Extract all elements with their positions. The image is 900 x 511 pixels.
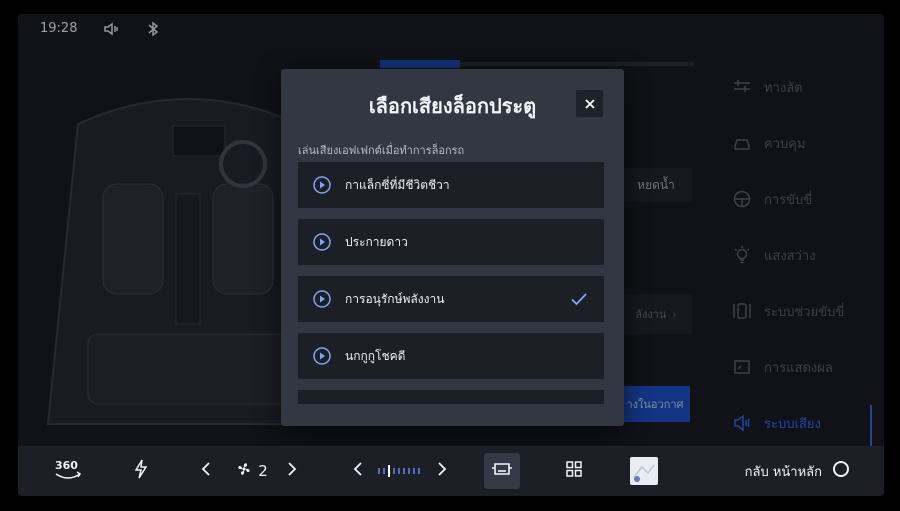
chevron-right-icon xyxy=(287,461,297,481)
sound-option-starlight[interactable]: ประกายดาว xyxy=(298,219,604,265)
chevron-left-icon xyxy=(201,461,211,481)
sound-option-lucky-cuckoo[interactable]: นกกูกูโชคดี xyxy=(298,333,604,379)
360-view-button[interactable]: 360 xyxy=(46,446,90,496)
sound-option-energy-saving[interactable]: การอนุรักษ์พลังงาน xyxy=(298,276,604,322)
option-label: นกกูกูโชคดี xyxy=(345,348,406,363)
fan-increase-button[interactable] xyxy=(280,446,304,496)
checkmark-icon xyxy=(570,290,588,308)
sound-option-partial[interactable] xyxy=(298,390,604,404)
home-label: กลับ หน้าหลัก xyxy=(744,464,822,480)
bottom-bar: 360 2 กลับ หน้าหลัก xyxy=(18,446,884,496)
apps-button[interactable] xyxy=(558,446,590,496)
play-icon[interactable] xyxy=(313,233,331,251)
close-icon xyxy=(584,94,595,113)
play-icon[interactable] xyxy=(313,347,331,365)
option-label: ประกายดาว xyxy=(345,234,408,249)
home-circle-icon xyxy=(832,460,850,482)
360-view-icon: 360 xyxy=(53,459,83,483)
dialog-title: เลือกเสียงล็อกประตู xyxy=(368,94,537,118)
play-icon[interactable] xyxy=(313,176,331,194)
chevron-right-icon xyxy=(437,461,447,481)
fan-speed-value: 2 xyxy=(258,462,268,480)
chevron-left-icon xyxy=(353,461,363,481)
play-icon[interactable] xyxy=(313,290,331,308)
sound-option-galaxy[interactable]: กาแล็กซี่ที่มีชีวิตชีวา xyxy=(298,162,604,208)
fan-decrease-button[interactable] xyxy=(194,446,218,496)
option-label: กาแล็กซี่ที่มีชีวิตชีวา xyxy=(345,177,450,192)
car-settings-icon xyxy=(491,461,513,481)
screen: 19:28 หยดน้ำ ลังงาน › างในอวกาศ ทางลัด ค… xyxy=(18,14,884,496)
fan-speed-display: 2 xyxy=(232,446,272,496)
defrost-icon xyxy=(133,459,149,483)
door-lock-sound-dialog: เลือกเสียงล็อกประตู เล่นเสียงเอฟเฟกต์เมื… xyxy=(281,69,624,426)
temperature-decrease-button[interactable] xyxy=(346,446,370,496)
car-settings-button[interactable] xyxy=(484,453,520,489)
fan-icon xyxy=(236,461,252,481)
apps-grid-icon xyxy=(566,461,582,481)
map-thumbnail xyxy=(630,457,658,485)
defrost-button[interactable] xyxy=(126,446,156,496)
close-button[interactable] xyxy=(576,90,603,117)
dialog-subtitle: เล่นเสียงเอฟเฟกต์เมื่อทำการล็อกรถ xyxy=(298,144,465,157)
home-button[interactable]: กลับ หน้าหลัก xyxy=(738,446,850,496)
temperature-increase-button[interactable] xyxy=(430,446,454,496)
temperature-slider[interactable] xyxy=(376,446,424,496)
option-label: การอนุรักษ์พลังงาน xyxy=(345,291,445,306)
map-shortcut[interactable] xyxy=(628,446,660,496)
